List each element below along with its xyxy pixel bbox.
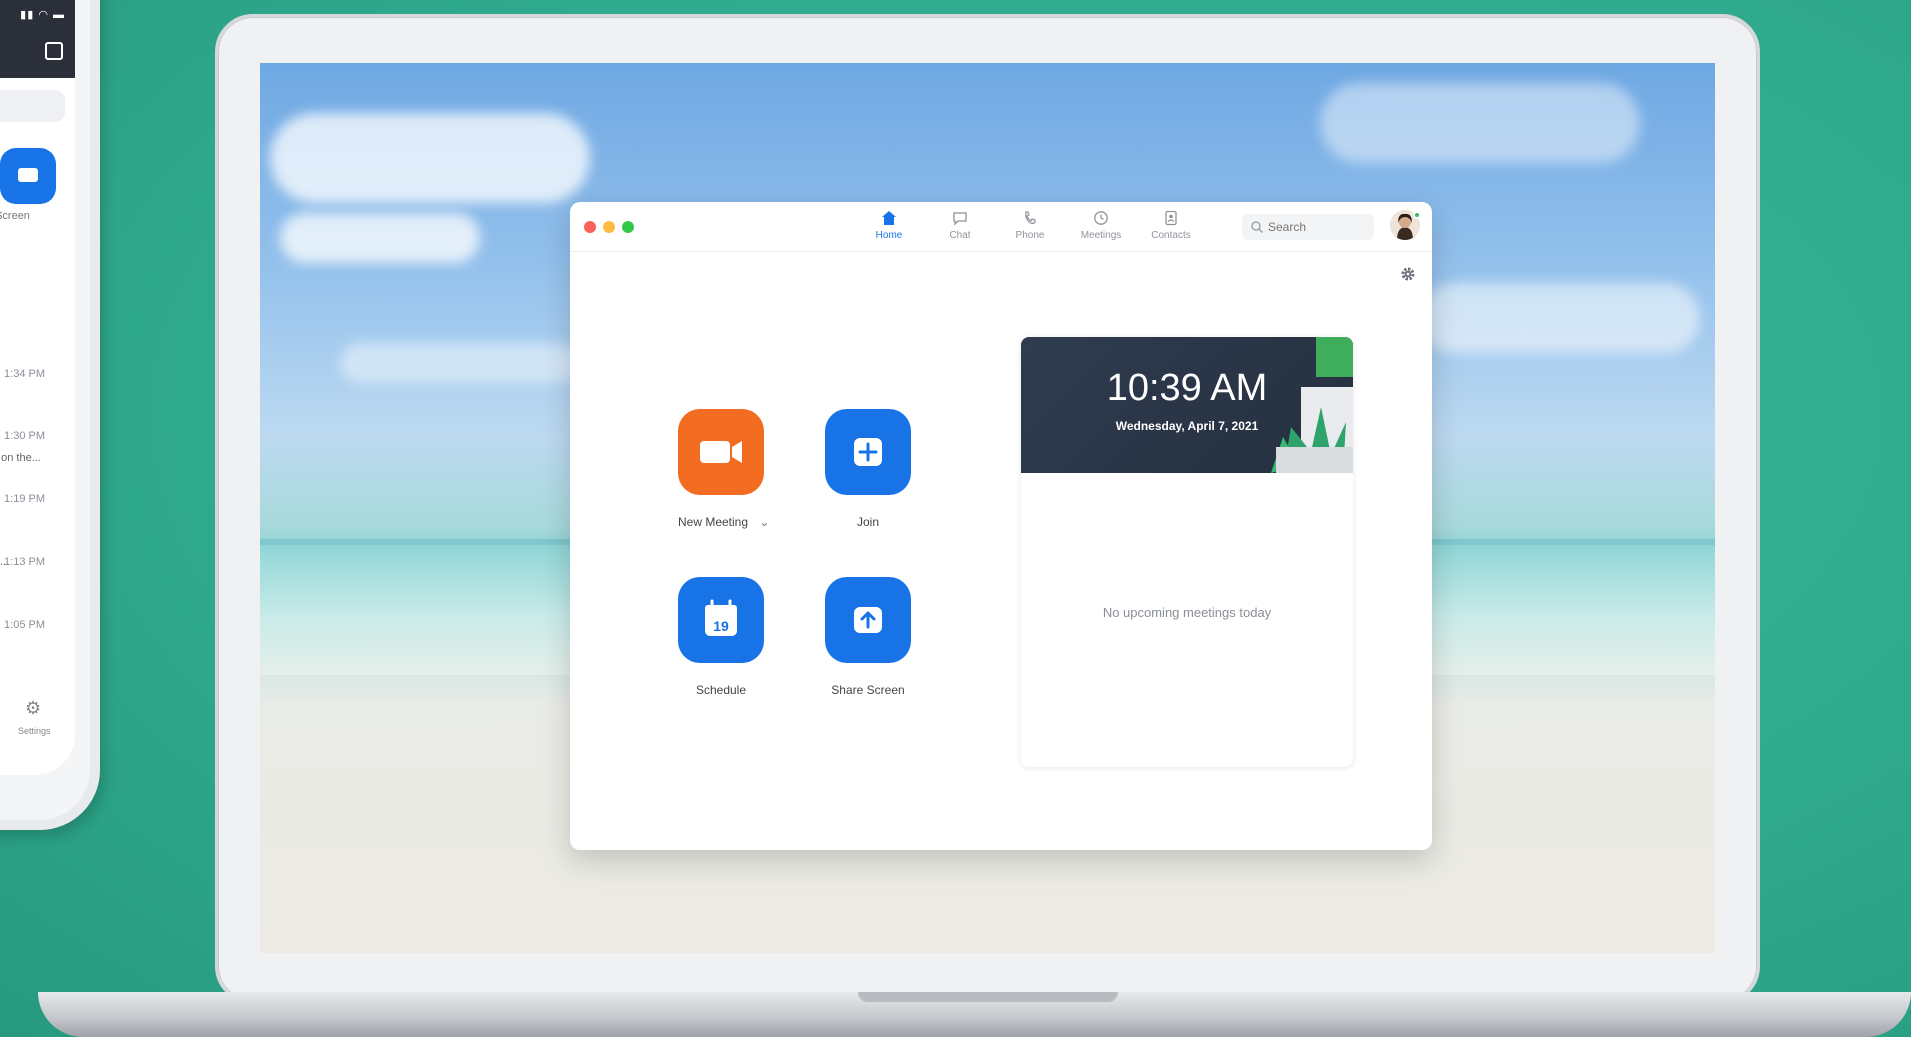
clock-banner: 10:39 AM Wednesday, April 7, 2021 — [1021, 337, 1353, 473]
tab-meetings[interactable]: Meetings — [1071, 210, 1131, 248]
close-window-button[interactable] — [584, 221, 596, 233]
phone-chat-time: 1:34 PM — [4, 368, 45, 380]
phone-share-screen-button[interactable] — [0, 148, 56, 204]
phone-chat-time: 1:30 PM — [4, 430, 45, 442]
phone-chat-time: 1:13 PM — [4, 556, 45, 568]
zoom-window: Home Chat Phone Meetings Contacts Search… — [570, 202, 1432, 850]
schedule-label: Schedule — [695, 683, 747, 697]
phone-chat-time: 1:19 PM — [4, 493, 45, 505]
phone-status-bar: ▮▮ ◠ ▬ — [20, 9, 65, 21]
laptop-notch — [858, 992, 1118, 1002]
contacts-icon — [1165, 210, 1177, 226]
chat-icon — [953, 212, 967, 226]
tab-label: Phone — [1015, 230, 1045, 241]
calendar-icon: 19 — [705, 599, 737, 636]
phone-chat-time: 1:05 PM — [4, 619, 45, 631]
schedule-button[interactable]: 19 — [678, 577, 764, 663]
clock-icon — [1094, 211, 1108, 225]
new-meeting-action: New Meeting ⌄ — [678, 409, 770, 529]
search-icon — [1251, 221, 1263, 233]
share-screen-button[interactable] — [825, 577, 911, 663]
tab-phone[interactable]: Phone — [1000, 210, 1060, 248]
tab-label: Meetings — [1080, 230, 1122, 241]
upcoming-meetings-card: 10:39 AM Wednesday, April 7, 2021 No upc… — [1021, 337, 1353, 767]
calendar-day-number: 19 — [713, 618, 729, 634]
home-icon — [882, 211, 896, 225]
phone-chat-snippet: t on the... — [0, 452, 41, 464]
tab-contacts[interactable]: Contacts — [1141, 210, 1201, 248]
compose-icon[interactable] — [45, 42, 63, 60]
online-status-dot — [1413, 211, 1421, 219]
maximize-window-button[interactable] — [622, 221, 634, 233]
schedule-action: 19 Schedule — [678, 577, 764, 697]
chevron-down-icon[interactable]: ⌄ — [759, 515, 769, 529]
phone-header: ▮▮ ◠ ▬ — [0, 0, 75, 78]
tab-label: Home — [875, 230, 903, 241]
phone-settings-label: Settings — [18, 726, 51, 736]
current-date: Wednesday, April 7, 2021 — [1115, 419, 1259, 433]
tab-label: Chat — [949, 230, 971, 241]
tab-label: Contacts — [1151, 230, 1191, 241]
search-input[interactable] — [1268, 217, 1368, 237]
join-label: Join — [856, 515, 879, 529]
settings-gear-icon[interactable] — [1400, 266, 1416, 282]
share-up-arrow-icon — [854, 607, 882, 633]
phone-share-screen-label: hare Screen — [0, 210, 30, 222]
phone-device: ▮▮ ◠ ▬ hare Screen 1:34 PM 1:30 PM t on … — [0, 0, 100, 830]
phone-icon — [1025, 211, 1036, 225]
plus-icon — [854, 438, 882, 466]
phone-screen: ▮▮ ◠ ▬ hare Screen 1:34 PM 1:30 PM t on … — [0, 0, 75, 775]
minimize-window-button[interactable] — [603, 221, 615, 233]
new-meeting-label: New Meeting ⌄ — [678, 515, 770, 529]
share-screen-label: Share Screen — [831, 683, 905, 697]
new-meeting-button[interactable] — [678, 409, 764, 495]
phone-settings-icon[interactable]: ⚙ — [25, 698, 41, 719]
title-bar: Home Chat Phone Meetings Contacts — [570, 202, 1432, 252]
join-button[interactable] — [825, 409, 911, 495]
video-camera-icon — [700, 441, 742, 463]
current-time: 10:39 AM — [1106, 367, 1268, 409]
join-action: Join — [825, 409, 911, 529]
phone-search-bar[interactable] — [0, 90, 65, 122]
share-screen-action: Share Screen — [825, 577, 911, 697]
empty-state-message: No upcoming meetings today — [1102, 605, 1272, 620]
tab-home[interactable]: Home — [859, 210, 919, 248]
tab-chat[interactable]: Chat — [930, 210, 990, 248]
search-box[interactable] — [1242, 214, 1374, 240]
